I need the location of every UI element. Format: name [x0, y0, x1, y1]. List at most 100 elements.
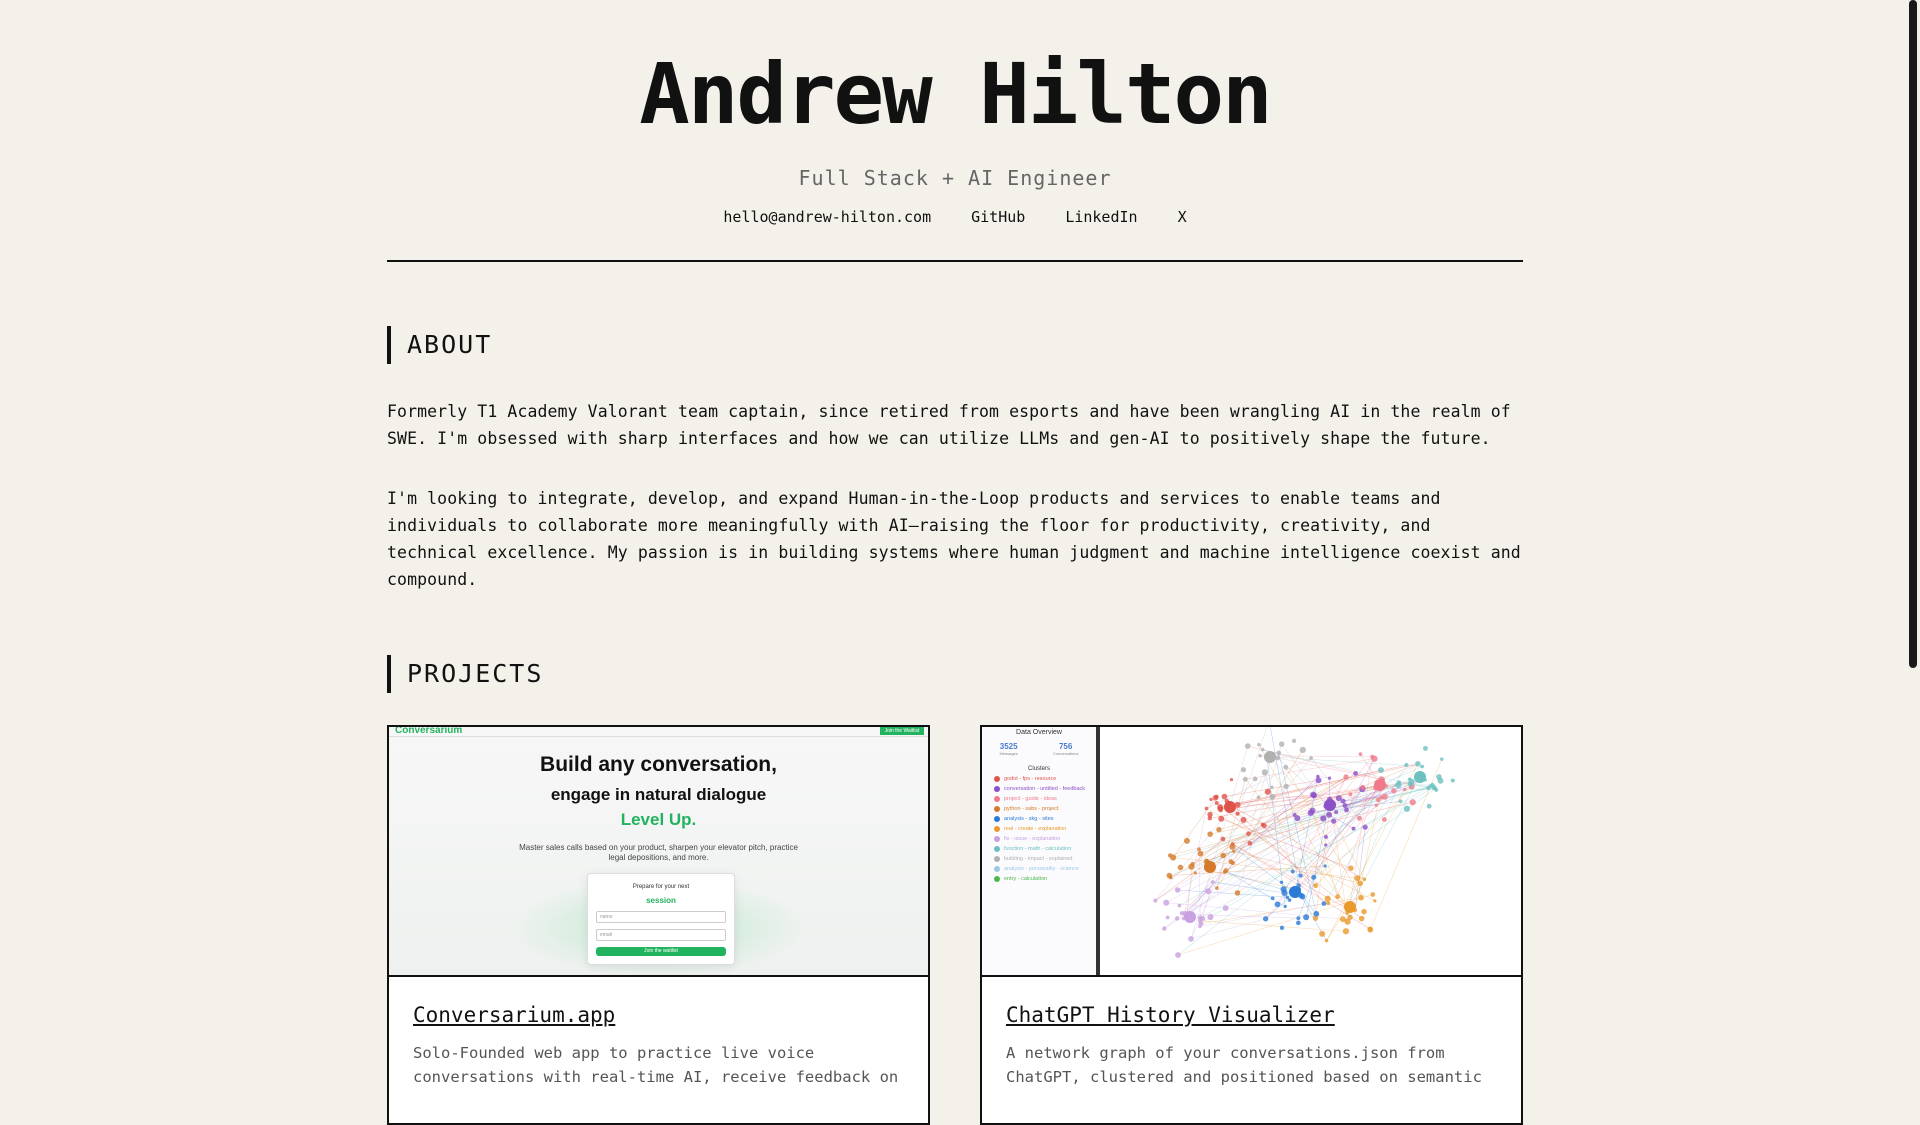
preview-headline-2: engage in natural dialogue: [389, 785, 928, 805]
cluster-label: entry - calculation: [1004, 876, 1047, 882]
preview-name-field: name: [596, 911, 726, 923]
scrollbar-thumb[interactable]: [1909, 0, 1917, 668]
cluster-label: conversation - untitled - feedback: [1004, 786, 1085, 792]
preview-headline: Build any conversation,: [389, 753, 928, 777]
graph-node: [1235, 890, 1241, 896]
email-link[interactable]: hello@andrew-hilton.com: [723, 208, 931, 226]
about-heading: ABOUT: [387, 326, 1523, 364]
graph-node: [1269, 794, 1275, 800]
graph-node: [1291, 869, 1295, 873]
visualizer-screenshot: Data Overview 3525Messages 756Conversati…: [982, 727, 1521, 975]
graph-node: [1271, 896, 1275, 900]
graph-node: [1215, 801, 1219, 805]
graph-node: [1262, 823, 1267, 828]
graph-node: [1285, 896, 1289, 900]
graph-node: [1257, 796, 1261, 800]
cluster-color-dot: [994, 836, 1000, 842]
graph-node: [1288, 898, 1292, 902]
graph-node: [1358, 895, 1364, 901]
graph-node: [1423, 746, 1428, 751]
graph-node: [1296, 921, 1301, 926]
cluster-item: python - sabs - project: [994, 806, 1096, 812]
graph-node: [1184, 838, 1190, 844]
graph-node: [1410, 799, 1416, 805]
graph-node: [1197, 847, 1201, 851]
cluster-label: godot - fps - resource: [1004, 776, 1056, 782]
graph-node: [1230, 778, 1233, 781]
graph-node: [1216, 827, 1221, 832]
about-section: ABOUT Formerly T1 Academy Valorant team …: [387, 326, 1523, 593]
graph-node: [1344, 808, 1349, 813]
graph-node: [1404, 763, 1408, 767]
cluster-color-dot: [994, 866, 1000, 872]
preview-box-word: session: [588, 896, 734, 905]
about-paragraph-2: I'm looking to integrate, develop, and e…: [387, 485, 1523, 593]
graph-edge: [1278, 758, 1382, 780]
cluster-label: analysis - personality - science: [1004, 866, 1079, 872]
graph-node: [1245, 743, 1251, 749]
graph-node: [1359, 916, 1365, 922]
graph-node: [1313, 883, 1318, 888]
x-link[interactable]: X: [1178, 208, 1187, 226]
graph-node: [1370, 892, 1375, 897]
graph-node: [1175, 887, 1180, 892]
cluster-item: fix - issue - explanation: [994, 836, 1096, 842]
graph-node: [1178, 865, 1184, 871]
graph-node: [1167, 873, 1173, 879]
graph-node: [1382, 794, 1388, 800]
cluster-color-dot: [994, 796, 1000, 802]
graph-node: [1371, 756, 1377, 762]
graph-node: [1215, 886, 1219, 890]
graph-hub-node: [1289, 886, 1301, 898]
graph-node: [1324, 864, 1327, 867]
page-content: Andrew Hilton Full Stack + AI Engineer h…: [387, 0, 1523, 1125]
graph-edge: [1327, 908, 1347, 940]
graph-node: [1334, 810, 1338, 814]
graph-node: [1279, 741, 1284, 746]
graph-node: [1178, 904, 1182, 908]
project-card-conversarium[interactable]: Conversarium Join the Waitlist Build any…: [387, 725, 930, 1125]
graph-node: [1207, 831, 1213, 837]
clusters-title: Clusters: [982, 766, 1096, 772]
graph-node: [1433, 787, 1437, 791]
graph-node: [1168, 853, 1172, 857]
graph-node: [1283, 765, 1288, 770]
cluster-color-dot: [994, 816, 1000, 822]
graph-node: [1343, 928, 1349, 934]
graph-node: [1357, 816, 1362, 821]
github-link[interactable]: GitHub: [971, 208, 1025, 226]
graph-node: [1427, 804, 1432, 809]
project-card-visualizer[interactable]: Data Overview 3525Messages 756Conversati…: [980, 725, 1523, 1125]
graph-node: [1283, 784, 1288, 789]
page-scrollbar[interactable]: [1906, 0, 1920, 1080]
graph-node: [1188, 936, 1194, 942]
graph-node: [1343, 774, 1348, 779]
preview-signup-box: Prepare for your next session name email…: [587, 873, 735, 965]
linkedin-link[interactable]: LinkedIn: [1065, 208, 1137, 226]
graph-node: [1299, 874, 1303, 878]
graph-node: [1353, 771, 1358, 776]
graph-node: [1276, 751, 1281, 756]
graph-node: [1316, 777, 1322, 783]
project-title-link[interactable]: ChatGPT History Visualizer: [1006, 1003, 1497, 1027]
project-description: Solo-Founded web app to practice live vo…: [413, 1041, 904, 1089]
graph-node: [1292, 739, 1296, 743]
cluster-item: project - guide - ideas: [994, 796, 1096, 802]
project-title-link[interactable]: Conversarium.app: [413, 1003, 904, 1027]
graph-edge: [1164, 918, 1177, 928]
graph-node: [1153, 899, 1157, 903]
graph-node: [1343, 803, 1348, 808]
graph-node: [1214, 795, 1218, 799]
project-preview-conversarium[interactable]: Conversarium Join the Waitlist Build any…: [389, 727, 928, 977]
site-owner-name: Andrew Hilton: [387, 0, 1523, 140]
project-preview-visualizer[interactable]: Data Overview 3525Messages 756Conversati…: [982, 727, 1521, 977]
stat-messages: 3525Messages: [1000, 742, 1018, 756]
graph-node: [1325, 896, 1331, 902]
cluster-label: building - impact - explained: [1004, 856, 1072, 862]
graph-node: [1451, 778, 1455, 782]
graph-node: [1336, 795, 1342, 801]
graph-node: [1220, 853, 1226, 859]
graph-node: [1198, 919, 1202, 923]
project-description: A network graph of your conversations.js…: [1006, 1041, 1497, 1089]
cluster-label: fix - issue - explanation: [1004, 836, 1060, 842]
